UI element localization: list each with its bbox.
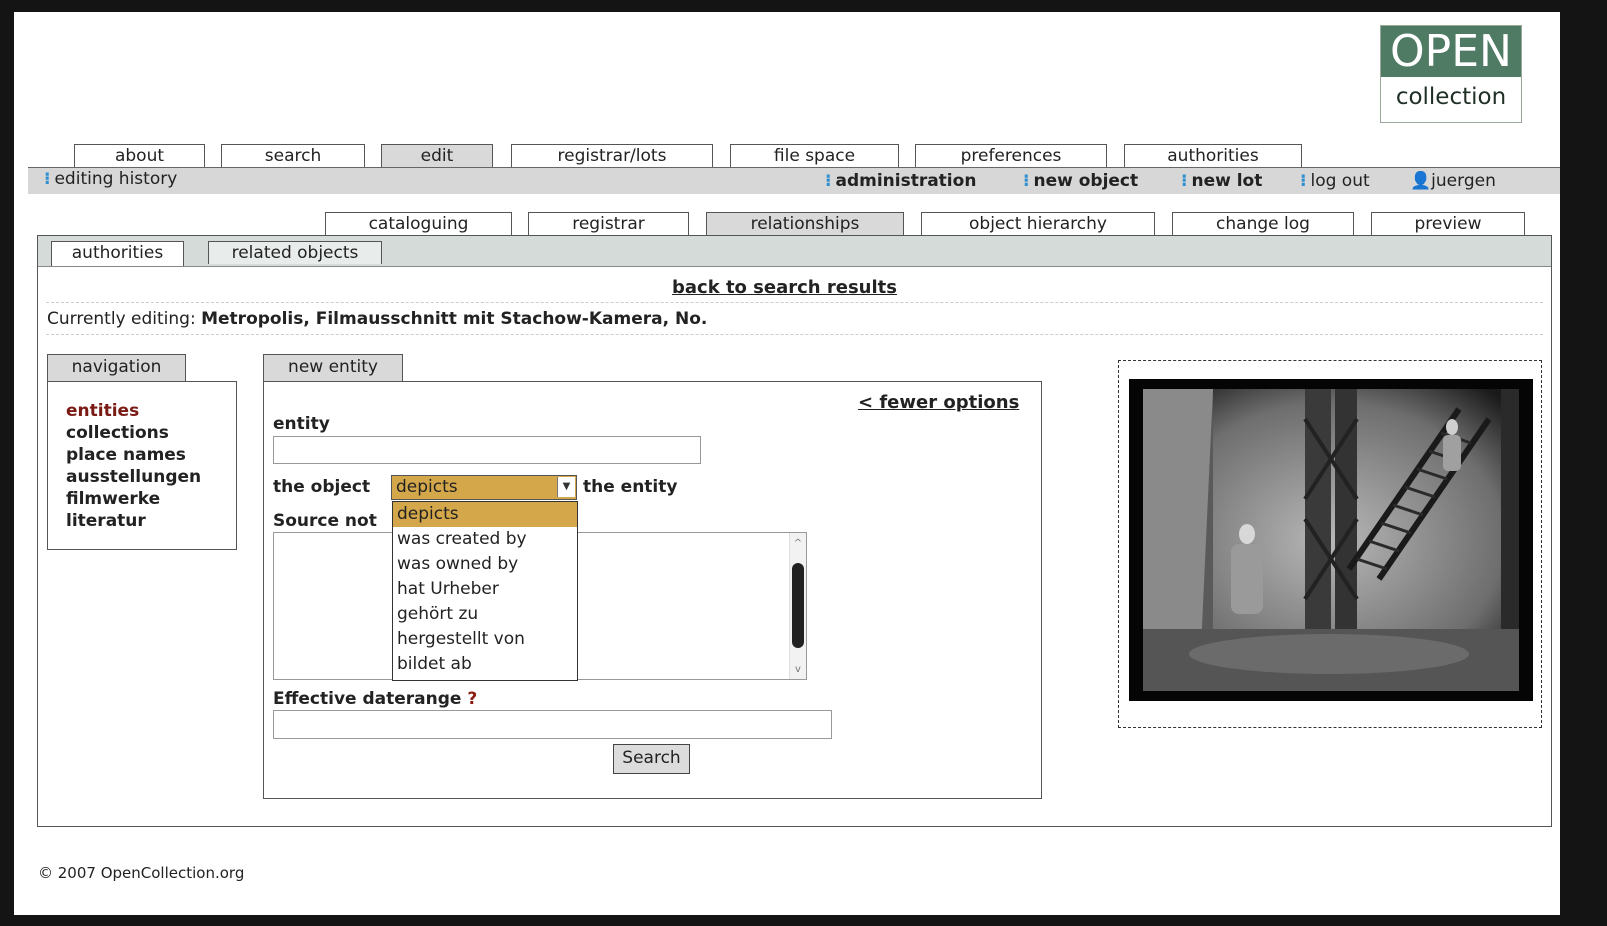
tab-registrar-lots[interactable]: registrar/lots: [511, 144, 713, 167]
relation-option-was-owned-by[interactable]: was owned by: [393, 552, 577, 577]
user-label: juergen: [1431, 171, 1496, 191]
chevron-down-icon[interactable]: v: [790, 663, 806, 677]
nav-filmwerke[interactable]: filmwerke: [66, 488, 236, 510]
daterange-label: Effective daterange: [273, 689, 462, 709]
navigation-box: entities collections place names ausstel…: [47, 381, 237, 550]
relation-option-bildet-ab[interactable]: bildet ab: [393, 652, 577, 677]
tab-related-objects[interactable]: related objects: [208, 241, 382, 264]
footer-copyright: © 2007 OpenCollection.org: [38, 864, 245, 882]
divider: [46, 302, 1543, 303]
tab-authorities[interactable]: authorities: [1124, 144, 1302, 167]
entity-input[interactable]: [273, 436, 701, 464]
editing-history-label: editing history: [54, 169, 178, 189]
image-preview-frame: [1118, 360, 1542, 728]
tab-relationships[interactable]: relationships: [706, 212, 904, 236]
film-still-image[interactable]: [1129, 379, 1533, 701]
source-note-label: Source not: [273, 511, 377, 531]
currently-editing: Currently editing: Metropolis, Filmaussc…: [47, 309, 707, 329]
relation-option-hergestellt-von[interactable]: hergestellt von: [393, 627, 577, 652]
currently-editing-prefix: Currently editing:: [47, 309, 196, 329]
nav-collections[interactable]: collections: [66, 422, 236, 444]
tab-preview[interactable]: preview: [1371, 212, 1525, 235]
tab-file-space[interactable]: file space: [730, 144, 899, 167]
currently-editing-title: Metropolis, Filmausschnitt mit Stachow-K…: [201, 309, 708, 329]
bullet-icon: ⁝: [1023, 171, 1030, 191]
new-lot-link[interactable]: ⁝ new lot: [1181, 170, 1262, 192]
log-out-label: log out: [1310, 171, 1370, 191]
log-out-link[interactable]: ⁝ log out: [1300, 170, 1370, 192]
bullet-icon: ⁝: [44, 169, 51, 189]
editing-history-link[interactable]: ⁝ editing history: [44, 168, 177, 190]
relation-dropdown: depicts was created by was owned by hat …: [392, 501, 578, 681]
navigation-tab[interactable]: navigation: [47, 354, 186, 381]
tab-object-hierarchy[interactable]: object hierarchy: [921, 212, 1155, 235]
administration-link[interactable]: ⁝ administration: [825, 170, 976, 192]
user-icon: 👤: [1410, 171, 1432, 191]
entity-label: entity: [273, 414, 330, 434]
opencollection-logo[interactable]: OPEN collection: [1380, 25, 1522, 123]
fewer-options-link[interactable]: < fewer options: [858, 392, 1019, 413]
the-entity-label: the entity: [583, 477, 678, 497]
tab-preferences[interactable]: preferences: [915, 144, 1107, 167]
textarea-scrollbar[interactable]: ^ v: [789, 533, 806, 679]
relation-select[interactable]: depicts ▼: [391, 475, 577, 500]
bullet-icon: ⁝: [1300, 171, 1307, 191]
relation-select-value: depicts: [396, 477, 458, 497]
new-object-link[interactable]: ⁝ new object: [1023, 170, 1138, 192]
daterange-label-wrap: Effective daterange ?: [273, 689, 477, 709]
new-lot-label: new lot: [1191, 171, 1263, 191]
new-entity-tab[interactable]: new entity: [263, 354, 403, 381]
logo-open-text: OPEN: [1381, 26, 1521, 77]
chevron-up-icon[interactable]: ^: [790, 537, 806, 551]
tab-about[interactable]: about: [74, 144, 205, 167]
tab-search[interactable]: search: [221, 144, 365, 167]
administration-label: administration: [835, 171, 977, 191]
divider: [46, 334, 1543, 335]
new-object-label: new object: [1033, 171, 1139, 191]
help-icon[interactable]: ?: [467, 689, 477, 709]
tab-edit[interactable]: edit: [381, 144, 493, 168]
tab-cataloguing[interactable]: cataloguing: [325, 212, 512, 235]
relation-option-gehoert-zu[interactable]: gehört zu: [393, 602, 577, 627]
relation-option-was-created-by[interactable]: was created by: [393, 527, 577, 552]
nav-place-names[interactable]: place names: [66, 444, 236, 466]
the-object-label: the object: [273, 477, 371, 497]
bullet-icon: ⁝: [1181, 171, 1188, 191]
search-button[interactable]: Search: [613, 744, 690, 774]
film-still-graphic: [1143, 389, 1519, 691]
bullet-icon: ⁝: [825, 171, 832, 191]
tab-change-log[interactable]: change log: [1172, 212, 1354, 235]
page: OPEN collection about search edit regist…: [14, 12, 1560, 915]
nav-ausstellungen[interactable]: ausstellungen: [66, 466, 236, 488]
daterange-input[interactable]: [273, 710, 832, 739]
tab-authorities-sub[interactable]: authorities: [51, 241, 184, 266]
scrollbar-thumb[interactable]: [792, 563, 804, 648]
user-link[interactable]: 👤juergen: [1410, 170, 1496, 192]
back-to-search-results-link[interactable]: back to search results: [672, 277, 897, 298]
tab-registrar[interactable]: registrar: [528, 212, 689, 235]
relation-option-hat-urheber[interactable]: hat Urheber: [393, 577, 577, 602]
chevron-down-icon[interactable]: ▼: [557, 477, 575, 497]
relation-option-depicts[interactable]: depicts: [393, 502, 577, 527]
logo-collection-text: collection: [1395, 84, 1507, 110]
nav-entities[interactable]: entities: [66, 400, 236, 422]
nav-literatur[interactable]: literatur: [66, 510, 236, 532]
